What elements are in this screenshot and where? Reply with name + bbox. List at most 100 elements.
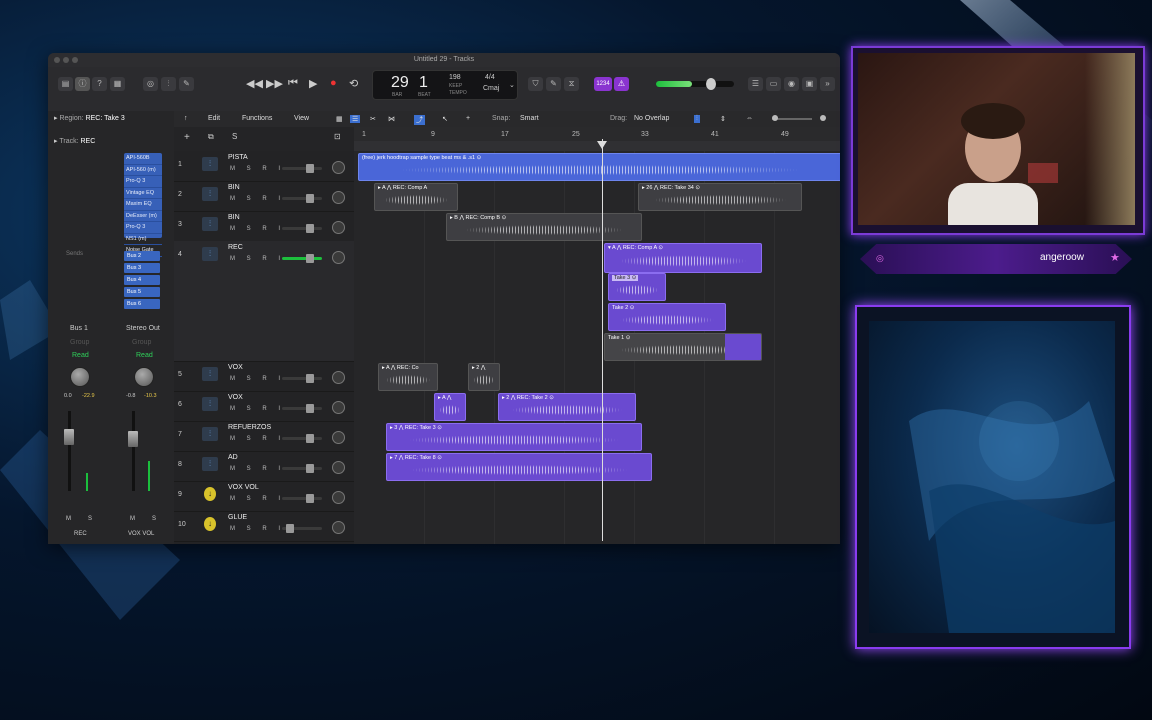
catch-icon[interactable]: ⤴ — [414, 115, 425, 125]
horizontal-zoom-icon[interactable]: ⇔ — [746, 115, 753, 122]
plugin-slot[interactable]: Pro-Q 3 — [124, 222, 162, 234]
track-name[interactable]: VOX — [228, 394, 243, 401]
drag-select[interactable]: No Overlap — [634, 115, 669, 122]
audio-region[interactable]: ▸ A ⋀ REC: Co — [378, 363, 438, 391]
go-to-start-icon[interactable]: ⏮ — [288, 77, 298, 90]
track-volume-knob[interactable] — [306, 374, 314, 383]
playhead-line[interactable] — [602, 139, 603, 541]
ch1-mute-button[interactable]: M — [66, 516, 71, 522]
help-icon[interactable]: ? — [92, 77, 107, 91]
track-name[interactable]: REC — [228, 244, 243, 251]
audio-region[interactable]: ▸ 26 ⋀ REC: Take 34 ⊙ — [638, 183, 802, 211]
audio-region[interactable]: ▸ B ⋀ REC: Comp B ⊙ — [446, 213, 642, 241]
track-pan-knob[interactable] — [332, 221, 345, 234]
track-header[interactable]: 5 ⫶ VOX M S R I — [174, 361, 354, 392]
track-volume-knob[interactable] — [306, 194, 314, 203]
take-folder[interactable]: ▾ A ⋀ REC: Comp A ⊙ — [604, 243, 762, 273]
send-bus[interactable]: Bus 6 — [124, 299, 160, 309]
lcd-display[interactable]: 29 1 BAR BEAT 198 KEEP TEMPO 4/4 Cmaj ⌄ — [372, 70, 518, 100]
track-volume-slider[interactable] — [282, 404, 322, 413]
track-pan-knob[interactable] — [332, 191, 345, 204]
ch1-output[interactable]: Bus 1 — [70, 325, 88, 332]
ch2-group[interactable]: Group — [132, 339, 151, 346]
ch2-pan-knob[interactable] — [134, 367, 154, 387]
comp-segment[interactable] — [725, 334, 761, 360]
track-header[interactable]: 6 ⫶ VOX M S R I — [174, 391, 354, 422]
pointer-tool-icon[interactable]: ↖ — [442, 115, 448, 123]
toolbar-icon[interactable]: ▦ — [110, 77, 125, 91]
track-header[interactable]: 1 ⫶ PISTA M S R I — [174, 151, 354, 182]
zoom-slider[interactable] — [772, 115, 812, 121]
bar-ruler[interactable]: 1 9 17 25 33 41 49 — [354, 127, 840, 152]
track-pan-knob[interactable] — [332, 251, 345, 264]
track-pan-knob[interactable] — [332, 371, 345, 384]
smart-controls-icon[interactable]: ◎ — [143, 77, 158, 91]
track-volume-slider[interactable] — [282, 224, 322, 233]
plugin-slot[interactable]: API-560 (m) — [124, 165, 162, 176]
audio-region[interactable]: ▸ 2 ⋀ — [468, 363, 500, 391]
plugin-slot[interactable]: Pro-Q 3 — [124, 176, 162, 188]
duplicate-track-icon[interactable]: ⧉ — [208, 132, 214, 142]
audio-region[interactable]: ▸ A ⋀ REC: Comp A — [374, 183, 458, 211]
pencil-icon[interactable]: ✎ — [546, 77, 561, 91]
zoom-slider-knob[interactable] — [772, 115, 778, 121]
vertical-zoom-icon[interactable]: ⇕ — [720, 115, 726, 123]
catch-playhead-icon[interactable]: ⊡ — [334, 132, 341, 141]
track-pan-knob[interactable] — [332, 431, 345, 444]
close-button[interactable] — [54, 57, 60, 63]
list-editors-icon[interactable]: ☰ — [748, 77, 763, 91]
mixer-icon[interactable]: ⫶ — [161, 77, 176, 91]
track-header[interactable]: 3 ⫶ BIN M S R I — [174, 211, 354, 242]
track-volume-knob[interactable] — [306, 434, 314, 443]
notepad-icon[interactable]: ▭ — [766, 77, 781, 91]
cycle-icon[interactable]: ⟲ — [349, 77, 358, 90]
track-pan-knob[interactable] — [332, 401, 345, 414]
track-name[interactable]: REFUERZOS — [228, 424, 271, 431]
track-volume-slider[interactable] — [282, 254, 322, 263]
send-bus[interactable]: Bus 2 — [124, 251, 160, 261]
send-bus[interactable]: Bus 5 — [124, 287, 160, 297]
track-msri-buttons[interactable]: M S R I — [230, 166, 285, 172]
track-volume-knob[interactable] — [306, 254, 314, 263]
disclosure-triangle-icon[interactable]: ▸ — [54, 138, 58, 145]
send-bus[interactable]: Bus 4 — [124, 275, 160, 285]
ch1-group[interactable]: Group — [70, 339, 89, 346]
zoom-knob[interactable] — [820, 115, 826, 121]
plugin-slot[interactable]: NS1 (m) — [124, 234, 162, 245]
waveform-zoom-icon[interactable]: ⫶ — [694, 115, 700, 123]
up-arrow-icon[interactable]: ↑ — [184, 115, 188, 122]
browsers-icon[interactable]: ▣ — [802, 77, 817, 91]
plugin-slot[interactable]: Maxim EQ — [124, 199, 162, 211]
track-header-selected[interactable]: 4 ⫶ REC M S R I — [174, 241, 354, 362]
more-icon[interactable]: » — [820, 77, 835, 91]
metronome-icon[interactable]: ⧖ — [564, 77, 579, 91]
track-volume-slider[interactable] — [282, 524, 322, 533]
track-msri-buttons[interactable]: M S R I — [230, 376, 285, 382]
track-header[interactable]: 2 ⫶ BIN M S R I — [174, 181, 354, 212]
track-header[interactable]: 7 ⫶ REFUERZOS M S R I — [174, 421, 354, 452]
track-msri-buttons[interactable]: M S R I — [230, 196, 285, 202]
track-volume-slider[interactable] — [282, 434, 322, 443]
master-volume-slider[interactable] — [656, 78, 734, 90]
count-in-badge[interactable]: 1234 — [594, 77, 612, 91]
inspector-icon[interactable]: ⓘ — [75, 77, 90, 91]
track-msri-buttons[interactable]: M S R I — [230, 226, 285, 232]
ch1-automation[interactable]: Read — [72, 352, 89, 359]
track-volume-slider[interactable] — [282, 464, 322, 473]
library-icon[interactable]: ▤ — [58, 77, 73, 91]
fast-forward-icon[interactable]: ▶▶ — [266, 77, 283, 90]
list-view-icon[interactable]: ☰ — [350, 115, 361, 123]
take-lane[interactable]: Take 3 ⊙ — [608, 273, 666, 301]
record-icon[interactable]: ● — [330, 77, 337, 89]
audio-region[interactable]: ▸ A ⋀ — [434, 393, 466, 421]
track-pan-knob[interactable] — [332, 161, 345, 174]
plugin-slot[interactable]: API-560B — [124, 153, 162, 165]
plugin-slot[interactable]: Vintage EQ — [124, 188, 162, 199]
audio-region[interactable]: (free) jerk hoodtrap sample type beat ms… — [358, 153, 840, 181]
track-volume-slider[interactable] — [282, 164, 322, 173]
disclosure-triangle-icon[interactable]: ▸ — [54, 115, 58, 122]
grid-view-icon[interactable]: ▦ — [336, 115, 343, 123]
take-lane[interactable]: Take 2 ⊙ — [608, 303, 726, 331]
track-volume-slider[interactable] — [282, 194, 322, 203]
ch2-automation[interactable]: Read — [136, 352, 153, 359]
